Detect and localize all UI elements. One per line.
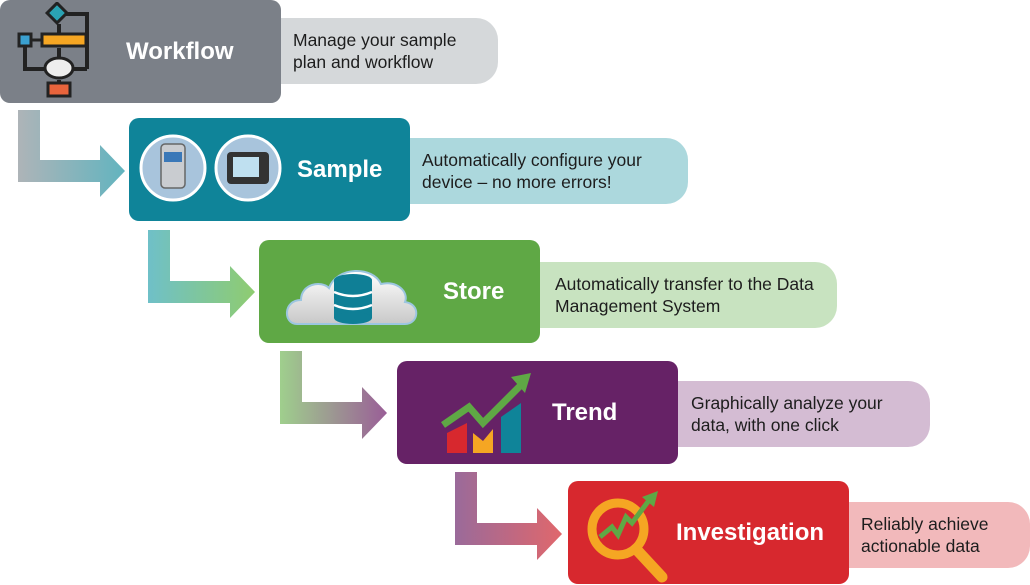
magnifier-trend-icon [587,491,668,583]
workflow-title: Workflow [126,37,234,65]
workflow-step: Workflow [0,0,281,103]
investigation-title: Investigation [676,518,825,546]
trend-chart-icon [441,373,531,453]
investigation-description: Reliably achieve actionable data [843,502,1030,568]
arrow-store-to-trend [280,351,387,439]
store-description: Automatically transfer to the Data Manag… [535,262,837,328]
store-title: Store [443,277,505,305]
store-step: Store [259,240,540,343]
investigation-step: Investigation [568,481,849,584]
cloud-database-icon [286,270,418,325]
workflow-flowchart-icon [17,2,89,98]
sampler-devices-icon [139,134,282,202]
arrow-sample-to-store [148,230,255,318]
sample-description: Automatically configure your device – no… [404,138,688,204]
sample-step: Sample [129,118,410,221]
trend-title: Trend [552,398,618,426]
arrow-trend-to-investigation [455,472,562,560]
arrow-workflow-to-sample [18,110,125,197]
trend-step: Trend [397,361,678,464]
trend-description: Graphically analyze your data, with one … [671,381,930,447]
workflow-description: Manage your sample plan and workflow [275,18,498,84]
sample-title: Sample [297,155,383,183]
